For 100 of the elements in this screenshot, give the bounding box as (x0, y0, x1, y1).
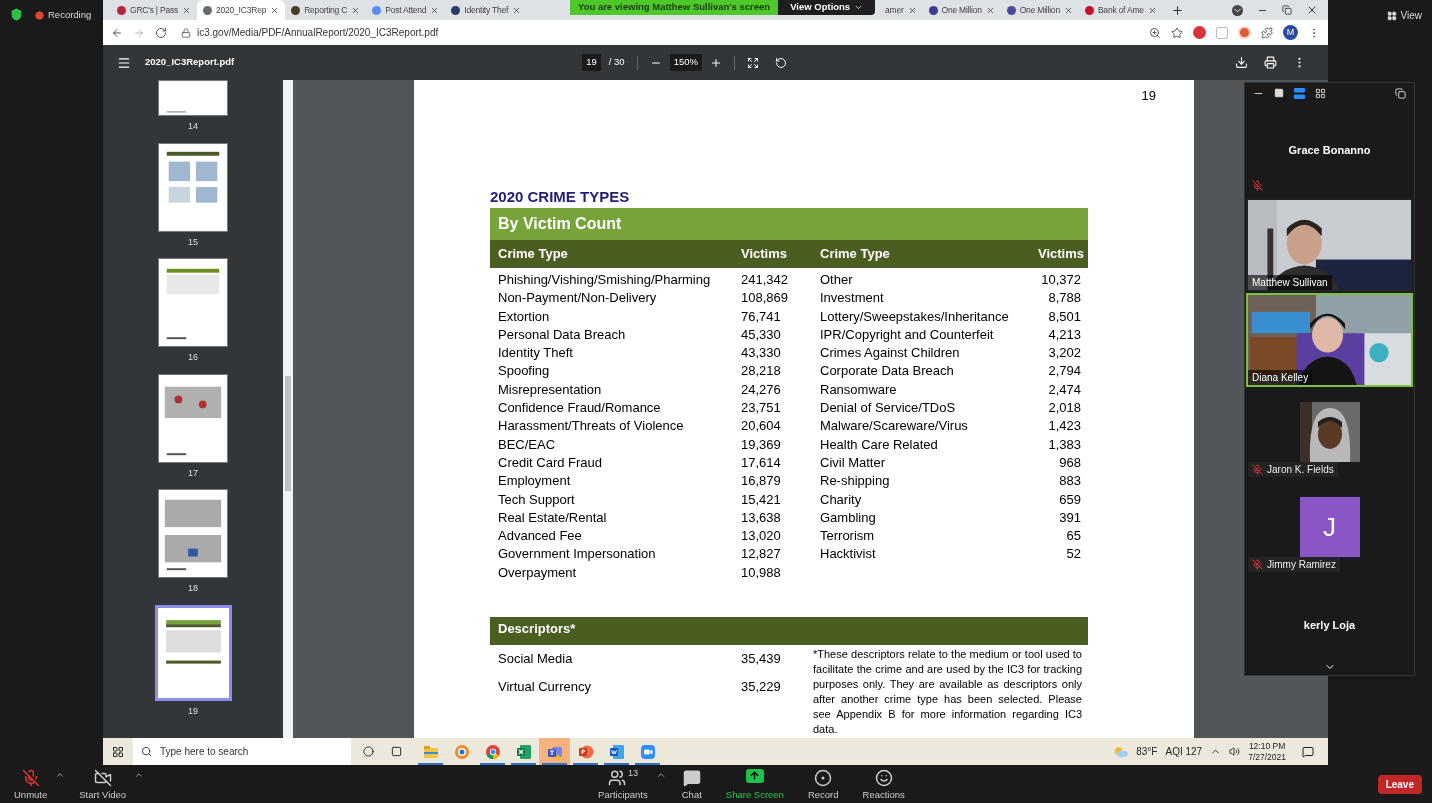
grid-view-icon[interactable] (1315, 87, 1326, 99)
page-field[interactable]: 19 (582, 54, 601, 71)
close-icon[interactable] (907, 5, 917, 15)
table-cell-text: Credit Card Fraud (497, 453, 604, 472)
browser-tab[interactable]: One Million (922, 0, 1001, 20)
participant-name: Jaron K. Fields (1267, 463, 1334, 477)
close-icon[interactable] (1306, 4, 1318, 16)
restore-icon[interactable] (1282, 5, 1292, 15)
toolbar-button[interactable]: Reactions (854, 766, 913, 802)
menu-icon[interactable] (117, 55, 131, 70)
rotate-icon[interactable] (775, 56, 787, 69)
table-cell-text: Civil Matter (820, 453, 886, 472)
task-view-icon[interactable] (391, 746, 402, 757)
table-cell-text: Charity (820, 490, 863, 509)
table-cell-text: 8,788 (1047, 289, 1081, 308)
table-cell-text: Investment (820, 289, 885, 308)
browser-tab[interactable]: One Million (1000, 0, 1079, 20)
zoom-icon[interactable] (1149, 26, 1161, 39)
pop-out-icon[interactable] (1395, 87, 1406, 99)
table-cell-text: Gambling (820, 508, 877, 527)
page-thumbnail[interactable] (154, 604, 232, 701)
toolbar-button[interactable]: Chat (673, 766, 710, 802)
profile-avatar[interactable]: M (1283, 25, 1298, 40)
close-icon[interactable] (512, 5, 522, 15)
table-cell-text: Real Estate/Rental (497, 508, 608, 527)
page-number: 19 (1141, 87, 1156, 105)
column-header: Crime Type (497, 245, 569, 264)
tab-title: Bank of Ame (1097, 3, 1144, 17)
page-thumbnail[interactable] (158, 373, 228, 463)
address-bar[interactable]: ic3.gov/Media/PDF/AnnualReport/2020_IC3Report.pdf (177, 22, 1139, 43)
cortana-icon[interactable] (363, 746, 374, 757)
close-icon[interactable] (1063, 5, 1073, 15)
close-icon[interactable] (270, 5, 280, 15)
browser-tab[interactable]: amer (879, 0, 923, 20)
browser-tab[interactable]: 2020_IC3Rep (197, 0, 286, 20)
toolbar-button[interactable]: Record (799, 766, 847, 802)
browser-tab[interactable]: GRC's | Pass (111, 0, 198, 20)
scrollbar[interactable] (283, 80, 293, 738)
view-options-button[interactable]: View Options (778, 0, 876, 15)
caret-icon[interactable] (655, 770, 666, 780)
caret-icon[interactable] (55, 770, 66, 780)
toolbar-button[interactable]: Start Video (71, 766, 135, 802)
table-cell-text: 10,988 (741, 563, 782, 582)
extensions-icon[interactable] (1261, 26, 1273, 39)
table-cell-text: Personal Data Breach (497, 325, 627, 344)
page-thumbnail[interactable] (158, 258, 228, 347)
taskbar-search-field[interactable]: Type here to search (133, 738, 351, 765)
leave-button[interactable]: Leave (1377, 774, 1422, 794)
page-thumbnail[interactable] (158, 142, 228, 232)
page-thumbnail[interactable] (158, 80, 228, 116)
back-icon[interactable] (111, 26, 123, 39)
security-shield-icon[interactable] (10, 8, 23, 21)
bookmark-star-icon[interactable] (1171, 26, 1183, 39)
table-cell-text: 65 (1065, 527, 1081, 546)
participant-name: Matthew Sullivan (1252, 276, 1328, 290)
zoom-field[interactable]: 150% (669, 54, 702, 71)
zoom-in-icon[interactable] (710, 56, 722, 69)
browser-tab[interactable]: Post Attend (366, 0, 446, 20)
download-icon[interactable] (1235, 56, 1248, 69)
stacked-view-icon[interactable] (1294, 87, 1305, 99)
windows-start-icon[interactable] (112, 745, 124, 758)
notifications-icon[interactable] (1302, 745, 1314, 758)
clock[interactable]: 12:10 PM 7/27/2021 (1248, 740, 1286, 763)
print-icon[interactable] (1264, 56, 1277, 69)
close-icon[interactable] (351, 5, 361, 15)
table-cell-text: 24,276 (741, 380, 782, 399)
table-cell-text: Hacktivist (820, 545, 877, 564)
view-button[interactable]: View (1386, 8, 1422, 23)
expand-icon[interactable] (747, 56, 759, 69)
participant-count: 13 (627, 768, 638, 778)
record-dot-icon (35, 10, 44, 20)
reload-icon[interactable] (155, 26, 167, 39)
tab-title: Post Attend (385, 3, 427, 17)
table-cell-text: 3,202 (1047, 344, 1081, 363)
page-thumbnail[interactable] (158, 489, 228, 578)
close-icon[interactable] (985, 5, 995, 15)
taskbar-app-icon[interactable] (539, 738, 570, 765)
table-cell-text: 2,794 (1047, 362, 1081, 381)
close-icon[interactable] (430, 5, 440, 15)
browser-tab[interactable]: Reporting C (285, 0, 367, 20)
table-cell-text: 883 (1058, 472, 1081, 491)
volume-icon[interactable] (1229, 746, 1241, 757)
column-header: Victims (741, 245, 788, 264)
share-icon (745, 768, 764, 783)
tab-search-icon[interactable] (1232, 4, 1243, 16)
toolbar-button[interactable]: Unmute (6, 766, 56, 802)
browser-tab[interactable]: Bank of Ame (1078, 0, 1163, 20)
browser-tab[interactable]: Identity Thef (445, 0, 528, 20)
single-view-icon[interactable] (1274, 88, 1284, 98)
table-cell-text: 23,751 (741, 399, 782, 418)
close-icon[interactable] (182, 5, 192, 15)
toolbar-button[interactable]: 13 Participants (590, 766, 656, 802)
table-cell-text: Health Care Related (820, 435, 939, 454)
toolbar-button[interactable]: Share Screen (717, 766, 792, 802)
new-tab-icon[interactable] (1170, 4, 1184, 17)
page-total: / 30 (608, 55, 625, 70)
table-cell-text: Corporate Data Breach (820, 362, 955, 381)
record-icon (814, 768, 833, 787)
caret-icon[interactable] (134, 770, 145, 780)
close-icon[interactable] (1147, 5, 1157, 15)
